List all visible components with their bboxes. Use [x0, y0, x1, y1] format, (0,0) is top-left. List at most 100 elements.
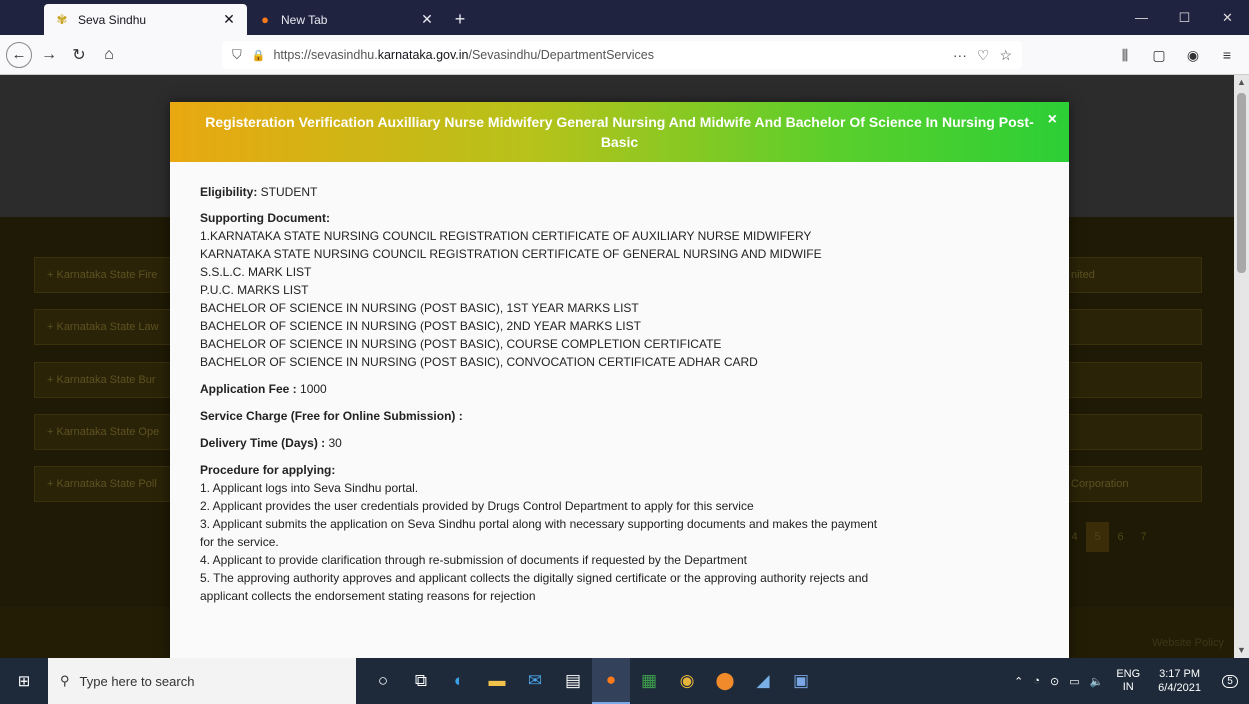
document-item: KARNATAKA STATE NURSING COUNCIL REGISTRA… [200, 247, 822, 261]
word-icon[interactable]: ▣ [782, 658, 820, 704]
menu-icon[interactable]: ≡ [1213, 41, 1241, 69]
home-button[interactable]: ⌂ [94, 40, 124, 70]
notes-icon[interactable]: ◢ [744, 658, 782, 704]
maximize-button[interactable]: ☐ [1163, 0, 1206, 35]
procedure: Procedure for applying: 1. Applicant log… [200, 462, 890, 605]
document-item: BACHELOR OF SCIENCE IN NURSING (POST BAS… [200, 337, 722, 351]
procedure-label: Procedure for applying: [200, 463, 336, 477]
page-actions-icon[interactable]: ··· [953, 47, 967, 64]
delivery-time-value: 30 [325, 436, 342, 450]
firefox-icon: ● [261, 12, 269, 27]
application-fee-label: Application Fee : [200, 382, 297, 396]
battery-icon[interactable]: ▭ [1064, 675, 1084, 688]
tab-label: New Tab [281, 12, 328, 27]
back-button[interactable]: ← [6, 41, 32, 68]
date: 6/4/2021 [1158, 682, 1201, 694]
document-item: BACHELOR OF SCIENCE IN NURSING (POST BAS… [200, 355, 758, 369]
close-icon[interactable]: ✕ [221, 11, 237, 28]
page-link: 6 [1117, 531, 1124, 543]
website-policy-link: Website Policy [1152, 637, 1224, 649]
browser-tab-bar: ✾ Seva Sindhu ✕ ● New Tab ✕ + — ☐ ✕ [0, 0, 1249, 35]
close-icon[interactable]: ✕ [419, 11, 435, 28]
address-bar[interactable]: ⛉ 🔒 https://sevasindhu.karnataka.gov.in/… [222, 41, 1022, 69]
service-charge: Service Charge (Free for Online Submissi… [200, 408, 890, 425]
chrome-icon[interactable]: ◉ [668, 658, 706, 704]
windows-start-icon[interactable]: ⊞ [0, 658, 48, 704]
procedure-step: 4. Applicant to provide clarification th… [200, 553, 747, 567]
modal-header: Registeration Verification Auxilliary Nu… [170, 102, 1069, 162]
scroll-down-arrow-icon[interactable]: ▼ [1234, 643, 1249, 658]
language-indicator[interactable]: ENG IN [1108, 668, 1148, 694]
modal-body: Eligibility: STUDENT Supporting Document… [200, 184, 890, 658]
delivery-time-label: Delivery Time (Days) : [200, 436, 326, 450]
tab-new-tab[interactable]: ● New Tab ✕ [247, 4, 445, 35]
volume-icon[interactable]: 🔈 [1085, 675, 1109, 688]
taskbar-clock[interactable]: 3:17 PM 6/4/2021 [1148, 667, 1211, 695]
close-window-button[interactable]: ✕ [1206, 0, 1249, 35]
store-icon[interactable]: ▤ [554, 658, 592, 704]
service-charge-label: Service Charge (Free for Online Submissi… [200, 409, 463, 423]
meet-now-icon[interactable]: ⊙ [1045, 675, 1064, 688]
search-icon: ⚲ [60, 673, 70, 688]
document-item: BACHELOR OF SCIENCE IN NURSING (POST BAS… [200, 319, 641, 333]
excel-icon[interactable]: ▦ [630, 658, 668, 704]
lock-icon[interactable]: 🔒 [252, 49, 266, 62]
edge-icon[interactable]: ◐ [440, 658, 478, 704]
document-item: 1.KARNATAKA STATE NURSING COUNCIL REGIST… [200, 229, 812, 243]
task-view-icon[interactable]: ⧉ [402, 658, 440, 704]
reload-button[interactable]: ↻ [64, 40, 94, 70]
mail-icon[interactable]: ✉ [516, 658, 554, 704]
firefox-icon[interactable]: ● [592, 658, 630, 704]
page-scrollbar[interactable]: ▲ ▼ [1234, 75, 1249, 658]
eligibility-value: STUDENT [257, 185, 318, 199]
system-tray: ⌃ ◔ ⊙ ▭ 🔈 ENG IN 3:17 PM 6/4/2021 5 [1009, 658, 1249, 704]
document-item: P.U.C. MARKS LIST [200, 283, 309, 297]
scrollbar-thumb[interactable] [1237, 93, 1246, 273]
url-text[interactable]: https://sevasindhu.karnataka.gov.in/Seva… [273, 48, 952, 62]
file-explorer-icon[interactable]: ▬ [478, 658, 516, 704]
application-fee-value: 1000 [296, 382, 327, 396]
pdf-icon[interactable]: ⬤ [706, 658, 744, 704]
windows-taskbar: ⊞ ⚲ Type here to search ○ ⧉ ◐ ▬ ✉ ▤ ● ▦ … [0, 658, 1249, 704]
procedure-step: 3. Applicant submits the application on … [200, 517, 878, 549]
bookmark-star-icon[interactable]: ☆ [999, 47, 1012, 64]
new-tab-button[interactable]: + [445, 4, 475, 35]
notification-count: 5 [1222, 674, 1238, 688]
window-controls: — ☐ ✕ [1120, 0, 1249, 35]
notification-icon[interactable]: 5 [1211, 674, 1249, 688]
supporting-documents-label: Supporting Document: [200, 211, 330, 225]
cortana-icon[interactable]: ○ [364, 658, 402, 704]
account-icon[interactable]: ◉ [1179, 41, 1207, 69]
tab-label: Seva Sindhu [78, 12, 147, 27]
minimize-button[interactable]: — [1120, 0, 1163, 35]
procedure-step: 5. The approving authority approves and … [200, 571, 869, 603]
shield-icon[interactable]: ⛉ [232, 47, 242, 63]
navigation-bar: ← → ↻ ⌂ ⛉ 🔒 https://sevasindhu.karnataka… [0, 35, 1249, 75]
pocket-icon[interactable]: ♡ [977, 47, 990, 64]
document-item: BACHELOR OF SCIENCE IN NURSING (POST BAS… [200, 301, 639, 315]
chevron-up-icon[interactable]: ⌃ [1009, 675, 1028, 688]
tab-seva-sindhu[interactable]: ✾ Seva Sindhu ✕ [44, 4, 247, 35]
network-icon[interactable]: ◔ [1028, 675, 1045, 687]
document-item: S.S.L.C. MARK LIST [200, 265, 312, 279]
forward-button[interactable]: → [34, 40, 64, 70]
delivery-time: Delivery Time (Days) : 30 [200, 435, 890, 452]
search-placeholder: Type here to search [79, 673, 195, 689]
supporting-documents: Supporting Document: 1.KARNATAKA STATE N… [200, 210, 890, 371]
modal-title: Registeration Verification Auxilliary Nu… [205, 114, 1034, 150]
scroll-up-arrow-icon[interactable]: ▲ [1234, 75, 1249, 90]
close-icon[interactable]: × [1048, 110, 1057, 130]
seva-sindhu-logo-icon: ✾ [56, 11, 68, 27]
service-details-modal: Registeration Verification Auxilliary Nu… [170, 102, 1069, 658]
sidebar-icon[interactable]: ▢ [1145, 41, 1173, 69]
page-link: 7 [1140, 531, 1147, 543]
procedure-step: 2. Applicant provides the user credentia… [200, 499, 754, 513]
library-icon[interactable]: ⫼ [1111, 41, 1139, 69]
application-fee: Application Fee : 1000 [200, 381, 890, 398]
procedure-step: 1. Applicant logs into Seva Sindhu porta… [200, 481, 419, 495]
eligibility-label: Eligibility: [200, 185, 258, 199]
time: 3:17 PM [1159, 668, 1201, 680]
page-link-current: 5 [1086, 522, 1109, 552]
taskbar-search-box[interactable]: ⚲ Type here to search [48, 658, 356, 704]
eligibility: Eligibility: STUDENT [200, 184, 890, 201]
